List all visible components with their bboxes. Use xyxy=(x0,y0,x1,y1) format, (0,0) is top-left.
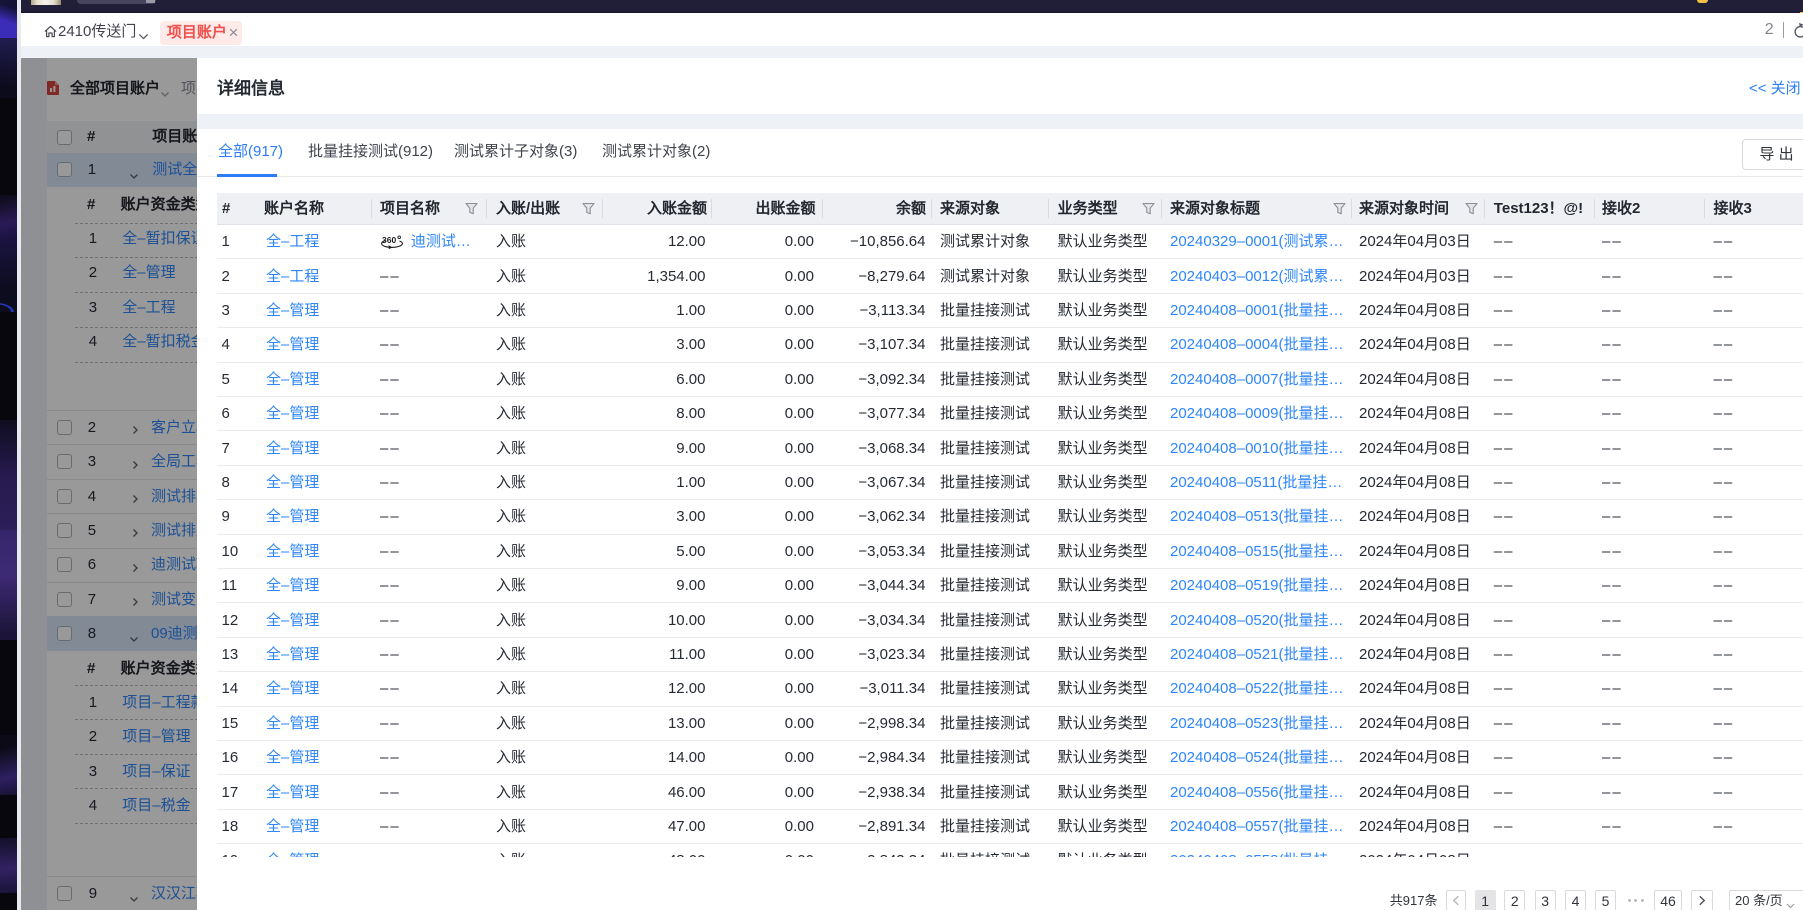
svg-text:360: 360 xyxy=(382,235,396,245)
